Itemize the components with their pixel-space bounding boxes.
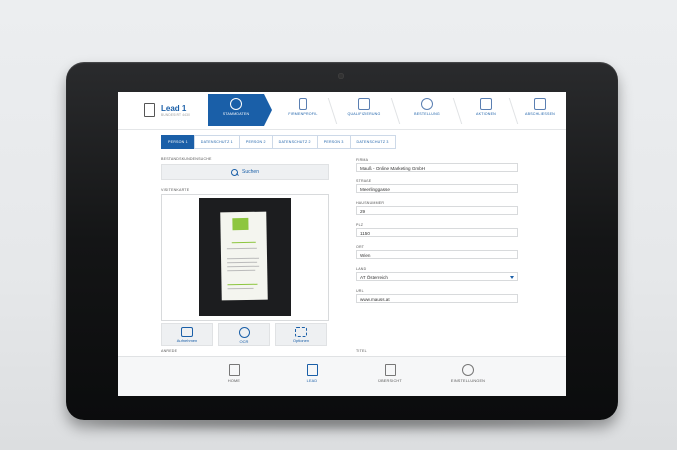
step-label: AKTIONEN [476, 112, 496, 116]
id-icon [230, 98, 242, 110]
business-card-photo[interactable] [199, 198, 291, 316]
info-icon [238, 327, 250, 338]
firma-label: FIRMA [356, 158, 369, 162]
card-line [226, 247, 257, 250]
subtab-person-2[interactable]: PERSON 2 [238, 135, 273, 149]
hausnummer-label: HAUSNUMMER [356, 201, 385, 205]
options-label: Optionen [292, 338, 310, 343]
person-subtabs: PERSON 1 DATENSCHUTZ 1 PERSON 2 DATENSCH… [161, 135, 396, 149]
nav-label: HOME [227, 379, 241, 383]
card-line [227, 261, 258, 264]
business-card-frame [161, 194, 329, 321]
land-select[interactable]: AT Österreich [356, 272, 518, 281]
search-icon [231, 168, 239, 176]
card-line [227, 283, 258, 286]
app-screen: Lead 1 BUNDESIRT 4430 STAMMDATEN FIRMENP… [118, 92, 566, 396]
ort-label: ORT [356, 245, 365, 249]
active-step-chevron [264, 94, 272, 126]
ocr-label: OCR [239, 339, 249, 344]
settings-icon [462, 364, 474, 376]
options-icon [295, 327, 307, 337]
lead-subtitle: BUNDESIRT 4430 [161, 112, 191, 117]
front-camera [338, 73, 344, 79]
subtab-datenschutz-1[interactable]: DATENSCHUTZ 1 [193, 135, 240, 149]
step-label: FIRMENPROFIL [288, 112, 318, 116]
nav-label: ÜBERSICHT [378, 379, 402, 383]
step-stammdaten[interactable]: STAMMDATEN [208, 94, 264, 126]
url-field[interactable]: www.mauss.at [356, 294, 518, 303]
strasse-label: STRAßE [356, 179, 372, 183]
camera-icon [181, 327, 193, 337]
order-icon [421, 98, 433, 110]
step-firmenprofil[interactable]: FIRMENPROFIL [274, 94, 332, 126]
plz-field[interactable]: 1150 [356, 228, 518, 237]
step-label: QUALIFIZIERUNG [347, 112, 381, 116]
search-button[interactable]: Suchen [161, 164, 329, 180]
card-line [231, 241, 256, 244]
nav-uebersicht[interactable]: ÜBERSICHT [360, 364, 420, 383]
card-line [227, 269, 256, 272]
anrede-label: ANREDE [161, 349, 178, 353]
business-card-image [220, 211, 268, 301]
subtab-person-1[interactable]: PERSON 1 [161, 135, 195, 149]
subtab-datenschutz-2[interactable]: DATENSCHUTZ 2 [271, 135, 318, 149]
document-icon [144, 103, 155, 117]
subtab-person-3[interactable]: PERSON 3 [316, 135, 351, 149]
nav-einstellungen[interactable]: EINSTELLUNGEN [438, 364, 498, 383]
lead-icon [306, 364, 318, 376]
firma-field[interactable]: Mauß - Online Marketing GmbH [356, 163, 518, 172]
home-icon [228, 364, 240, 376]
list-icon [358, 98, 370, 110]
bottom-navigation: HOME LEAD ÜBERSICHT EINSTELLUNGEN [118, 356, 566, 396]
step-qualifizierung[interactable]: QUALIFIZIERUNG [334, 94, 394, 126]
lead-title: Lead 1 [161, 103, 187, 113]
step-abschliessen[interactable]: ABSCHLIESSEN [515, 94, 565, 126]
bestandskunden-label: BESTANDSKUNDENSUCHE [161, 157, 212, 161]
subtab-datenschutz-3[interactable]: DATENSCHUTZ 3 [349, 135, 396, 149]
wizard-header: Lead 1 BUNDESIRT 4430 STAMMDATEN FIRMENP… [118, 92, 566, 130]
card-line [227, 287, 254, 290]
visitenkarte-label: VISITENKARTE [161, 188, 190, 192]
search-button-label: Suchen [242, 169, 259, 175]
lead-info[interactable]: Lead 1 BUNDESIRT 4430 [144, 98, 206, 122]
strasse-field[interactable]: Meerlinggasse [356, 184, 518, 193]
finish-icon [534, 98, 546, 110]
ocr-button[interactable]: OCR [218, 323, 270, 346]
land-value: AT Österreich [360, 275, 388, 280]
hausnummer-field[interactable]: 29 [356, 206, 518, 215]
capture-label: Aufnehmen [176, 338, 198, 343]
overview-icon [384, 364, 396, 376]
card-logo [232, 217, 249, 231]
nav-label: EINSTELLUNGEN [450, 379, 486, 383]
step-aktionen[interactable]: AKTIONEN [460, 94, 512, 126]
plz-label: PLZ [356, 223, 364, 227]
chevron-down-icon [510, 276, 514, 279]
url-label: URL [356, 289, 364, 293]
nav-lead[interactable]: LEAD [282, 364, 342, 383]
ort-field[interactable]: Wien [356, 250, 518, 259]
card-line [227, 257, 260, 260]
card-actions: Aufnehmen OCR Optionen [161, 323, 327, 346]
step-label: BESTELLUNG [414, 112, 440, 116]
capture-button[interactable]: Aufnehmen [161, 323, 213, 346]
nav-home[interactable]: HOME [204, 364, 264, 383]
card-line [227, 265, 260, 268]
profile-icon [299, 98, 307, 110]
options-button[interactable]: Optionen [275, 323, 327, 346]
edit-icon [480, 98, 492, 110]
land-label: LAND [356, 267, 367, 271]
step-label: ABSCHLIESSEN [525, 112, 555, 116]
step-bestellung[interactable]: BESTELLUNG [398, 94, 456, 126]
nav-label: LEAD [306, 379, 318, 383]
titel-label: TITEL [356, 349, 367, 353]
step-label: STAMMDATEN [222, 112, 250, 116]
tablet-device: Lead 1 BUNDESIRT 4430 STAMMDATEN FIRMENP… [66, 62, 618, 420]
